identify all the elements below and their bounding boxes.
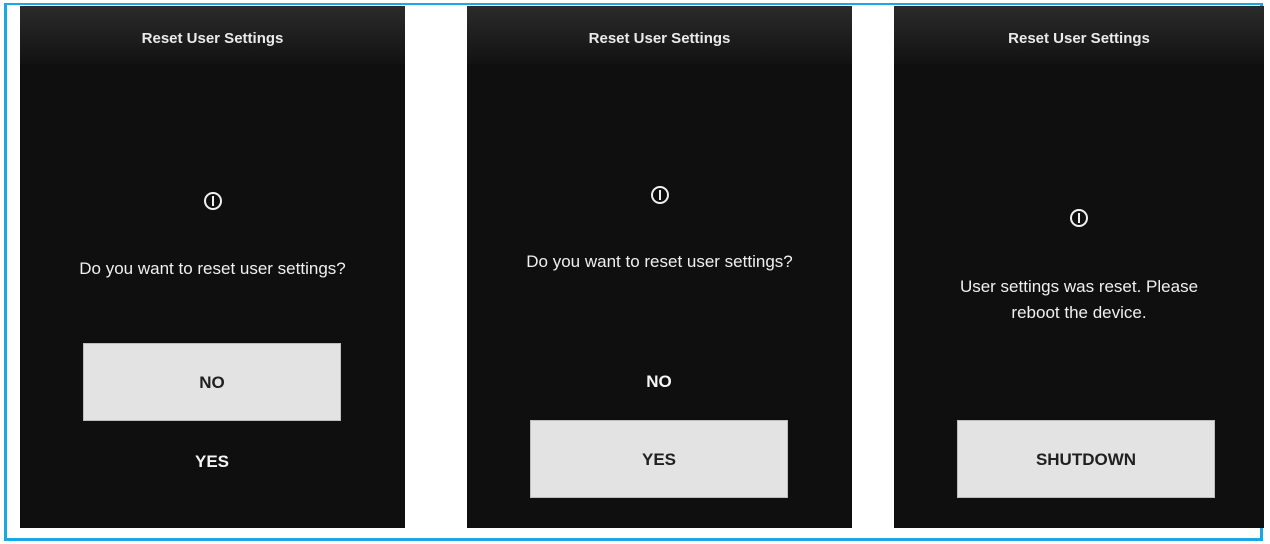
info-circle-icon — [203, 192, 222, 210]
screen-title: Reset User Settings — [588, 30, 731, 47]
reset-done-message: User settings was reset. Please reboot t… — [894, 274, 1264, 326]
device-screen-confirm-yes: Reset User Settings Do you want to reset… — [467, 6, 852, 528]
screen-title: Reset User Settings — [141, 30, 284, 47]
title-bar: Reset User Settings — [20, 6, 405, 64]
title-bar: Reset User Settings — [894, 6, 1264, 64]
info-circle-icon — [650, 186, 669, 204]
shutdown-button[interactable]: SHUTDOWN — [957, 420, 1215, 498]
title-bar: Reset User Settings — [467, 6, 852, 64]
message-line-2: reboot the device. — [1011, 303, 1147, 322]
device-screen-confirm-no: Reset User Settings Do you want to reset… — [20, 6, 405, 528]
yes-button[interactable]: YES — [530, 420, 788, 498]
screen-title: Reset User Settings — [1008, 30, 1150, 47]
confirm-message: Do you want to reset user settings? — [526, 252, 793, 271]
no-button[interactable]: NO — [83, 343, 341, 421]
no-button[interactable]: NO — [530, 364, 788, 400]
yes-button[interactable]: YES — [83, 444, 341, 480]
message-line-1: User settings was reset. Please — [959, 277, 1199, 296]
info-circle-icon — [1070, 209, 1088, 227]
confirm-message: Do you want to reset user settings? — [79, 259, 346, 278]
device-screen-reset-done: Reset User Settings User settings was re… — [894, 6, 1264, 528]
